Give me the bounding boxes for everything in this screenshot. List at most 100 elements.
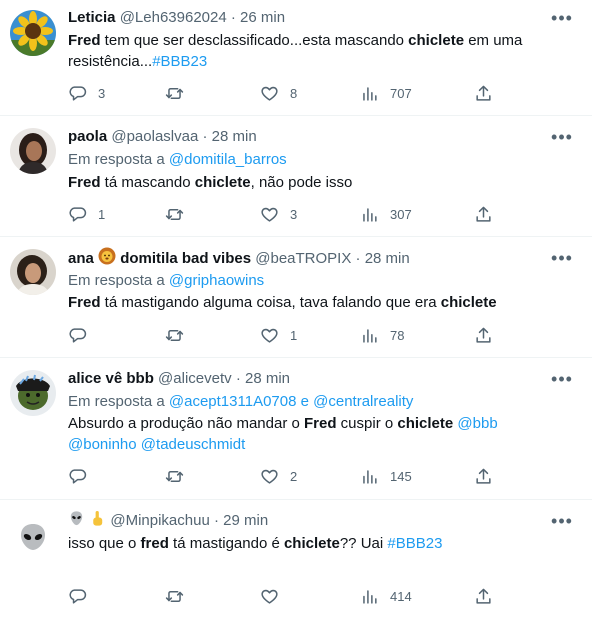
reply-to-mention[interactable]: @griphaowins bbox=[169, 272, 264, 289]
tweet-text: Fred tem que ser desclassificado...esta … bbox=[68, 30, 568, 72]
tweet-actions: 1 78 bbox=[68, 323, 496, 347]
like-count: 1 bbox=[290, 327, 298, 343]
reply-prefix: Em resposta a bbox=[68, 393, 169, 410]
timestamp[interactable]: 26 min bbox=[240, 9, 285, 26]
reply-context: Em resposta a @griphaowins bbox=[68, 270, 572, 291]
reply-to-mention[interactable]: @centralreality bbox=[313, 393, 413, 410]
mention-link[interactable]: @bbb bbox=[457, 415, 497, 432]
reply-button[interactable] bbox=[68, 323, 98, 347]
tweet-text: Absurdo a produção não mandar o Fred cus… bbox=[68, 413, 568, 455]
reply-to-mention[interactable]: @acept1311A0708 bbox=[169, 393, 297, 410]
like-count: 3 bbox=[290, 206, 298, 222]
tweet[interactable]: paola @paolaslvaa · 28 min ••• Em respos… bbox=[0, 116, 592, 237]
avatar[interactable] bbox=[10, 514, 56, 560]
like-button[interactable]: 8 bbox=[260, 81, 297, 105]
retweet-button[interactable] bbox=[165, 464, 195, 488]
avatar[interactable] bbox=[10, 128, 56, 174]
timestamp[interactable]: 29 min bbox=[223, 512, 268, 529]
display-name-suffix[interactable]: domitila bad vibes bbox=[120, 250, 251, 267]
hashtag-link[interactable]: #BBB23 bbox=[387, 535, 442, 552]
views-count: 414 bbox=[390, 588, 412, 604]
retweet-button[interactable] bbox=[165, 81, 195, 105]
reply-button[interactable]: 1 bbox=[68, 202, 105, 226]
retweet-icon bbox=[165, 87, 184, 99]
like-button[interactable] bbox=[260, 584, 290, 608]
lion-face-emoji bbox=[98, 247, 116, 269]
hashtag-link[interactable]: #BBB23 bbox=[152, 53, 207, 70]
reply-context: Em resposta a @domitila_barros bbox=[68, 149, 572, 170]
like-button[interactable]: 3 bbox=[260, 202, 297, 226]
tweet-header: ana domitila bad vibes @beaTROPIX · 28 m… bbox=[68, 247, 552, 269]
user-handle[interactable]: @beaTROPIX bbox=[255, 250, 351, 267]
tweet[interactable]: Leticia @Leh63962024 · 26 min ••• Fred t… bbox=[0, 0, 592, 116]
tweet-actions: 2 145 bbox=[68, 464, 496, 488]
pointing-up-hand-emoji bbox=[89, 510, 106, 532]
user-handle[interactable]: @paolaslvaa bbox=[111, 128, 198, 145]
reply-context: Em resposta a @acept1311A0708 e @central… bbox=[68, 391, 572, 412]
views-button[interactable]: 78 bbox=[360, 323, 404, 347]
views-button[interactable]: 307 bbox=[360, 202, 412, 226]
user-handle[interactable]: @alicevetv bbox=[158, 370, 232, 387]
avatar[interactable] bbox=[10, 370, 56, 416]
avatar[interactable] bbox=[10, 10, 56, 56]
like-button[interactable]: 2 bbox=[260, 464, 297, 488]
text-segment: tá mastigando alguma coisa, tava falando… bbox=[100, 294, 441, 311]
user-handle[interactable]: @Leh63962024 bbox=[120, 9, 227, 26]
tweet-header: @Minpikachuu · 29 min bbox=[68, 510, 552, 532]
views-button[interactable]: 414 bbox=[360, 584, 412, 608]
share-button[interactable] bbox=[474, 464, 493, 488]
tweet[interactable]: @Minpikachuu · 29 min ••• isso que o fre… bbox=[0, 500, 592, 622]
user-handle[interactable]: @Minpikachuu bbox=[110, 512, 209, 529]
reply-button[interactable]: 3 bbox=[68, 81, 105, 105]
views-chart-icon bbox=[363, 328, 377, 343]
like-count: 8 bbox=[290, 85, 298, 101]
share-button[interactable] bbox=[474, 202, 493, 226]
tweet-actions: 414 bbox=[68, 584, 496, 608]
bold-keyword: chiclete bbox=[194, 174, 251, 191]
reply-button[interactable] bbox=[68, 584, 98, 608]
display-name[interactable]: ana bbox=[68, 250, 94, 267]
reply-to-mention[interactable]: @domitila_barros bbox=[169, 151, 287, 168]
text-segment: tá mascando bbox=[100, 174, 195, 191]
reply-icon bbox=[69, 468, 87, 484]
timestamp[interactable]: 28 min bbox=[212, 128, 257, 145]
heart-icon bbox=[261, 469, 278, 484]
retweet-button[interactable] bbox=[165, 584, 195, 608]
like-button[interactable]: 1 bbox=[260, 323, 297, 347]
mention-link[interactable]: @boninho bbox=[68, 436, 137, 453]
share-button[interactable] bbox=[474, 584, 493, 608]
tweet[interactable]: ana domitila bad vibes @beaTROPIX · 28 m… bbox=[0, 237, 592, 358]
retweet-button[interactable] bbox=[165, 202, 195, 226]
display-name[interactable]: paola bbox=[68, 128, 107, 145]
views-button[interactable]: 145 bbox=[360, 464, 412, 488]
mention-link[interactable]: @tadeuschmidt bbox=[141, 436, 245, 453]
views-count: 78 bbox=[390, 327, 405, 343]
share-button[interactable] bbox=[474, 81, 493, 105]
share-icon bbox=[476, 206, 491, 222]
tweet-header: paola @paolaslvaa · 28 min bbox=[68, 126, 552, 148]
tweet-header: alice vê bbb @alicevetv · 28 min bbox=[68, 368, 552, 390]
retweet-button[interactable] bbox=[165, 323, 195, 347]
text-segment: cuspir o bbox=[336, 415, 398, 432]
woman-avatar-image bbox=[10, 128, 56, 174]
timestamp[interactable]: 28 min bbox=[365, 250, 410, 267]
display-name[interactable]: alice vê bbb bbox=[68, 370, 154, 387]
share-button[interactable] bbox=[474, 323, 493, 347]
sunflower-avatar-image bbox=[10, 10, 56, 56]
display-name[interactable]: Leticia bbox=[68, 9, 116, 26]
reply-button[interactable] bbox=[68, 464, 98, 488]
timestamp[interactable]: 28 min bbox=[245, 370, 290, 387]
bold-keyword: Fred bbox=[68, 174, 101, 191]
tweet[interactable]: alice vê bbb @alicevetv · 28 min ••• Em … bbox=[0, 358, 592, 500]
reply-prefix: Em resposta a bbox=[68, 272, 169, 289]
heart-icon bbox=[261, 328, 278, 343]
reply-joiner: e bbox=[296, 393, 314, 410]
character-avatar-image bbox=[10, 370, 56, 416]
heart-icon bbox=[261, 589, 278, 604]
bold-keyword: chiclete bbox=[283, 535, 340, 552]
avatar[interactable] bbox=[10, 249, 56, 295]
retweet-icon bbox=[165, 208, 184, 220]
views-button[interactable]: 707 bbox=[360, 81, 412, 105]
heart-icon bbox=[261, 207, 278, 222]
text-segment: Absurdo a produção não mandar o bbox=[68, 415, 304, 432]
